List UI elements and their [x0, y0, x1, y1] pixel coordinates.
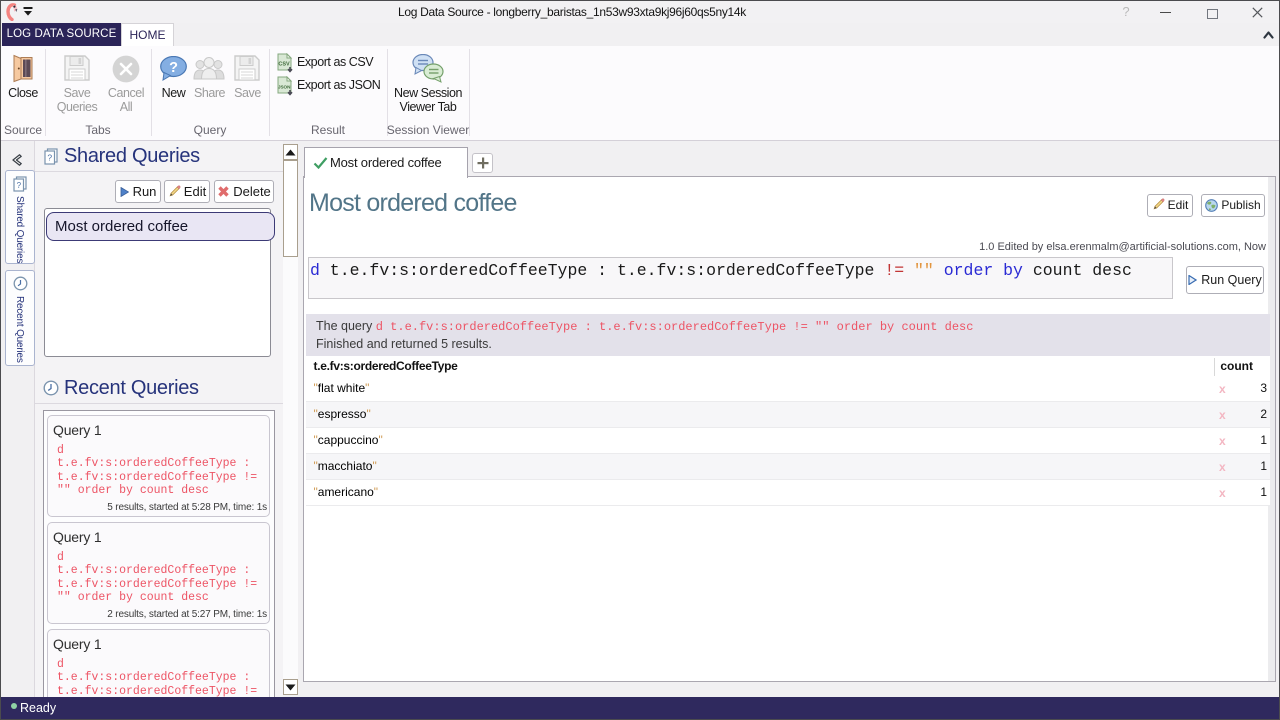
svg-text:?: ?	[47, 153, 52, 163]
svg-text:JSON: JSON	[278, 85, 291, 90]
svg-text:CSV: CSV	[278, 62, 290, 68]
svg-text:?: ?	[17, 181, 22, 190]
svg-text:?: ?	[169, 60, 178, 76]
